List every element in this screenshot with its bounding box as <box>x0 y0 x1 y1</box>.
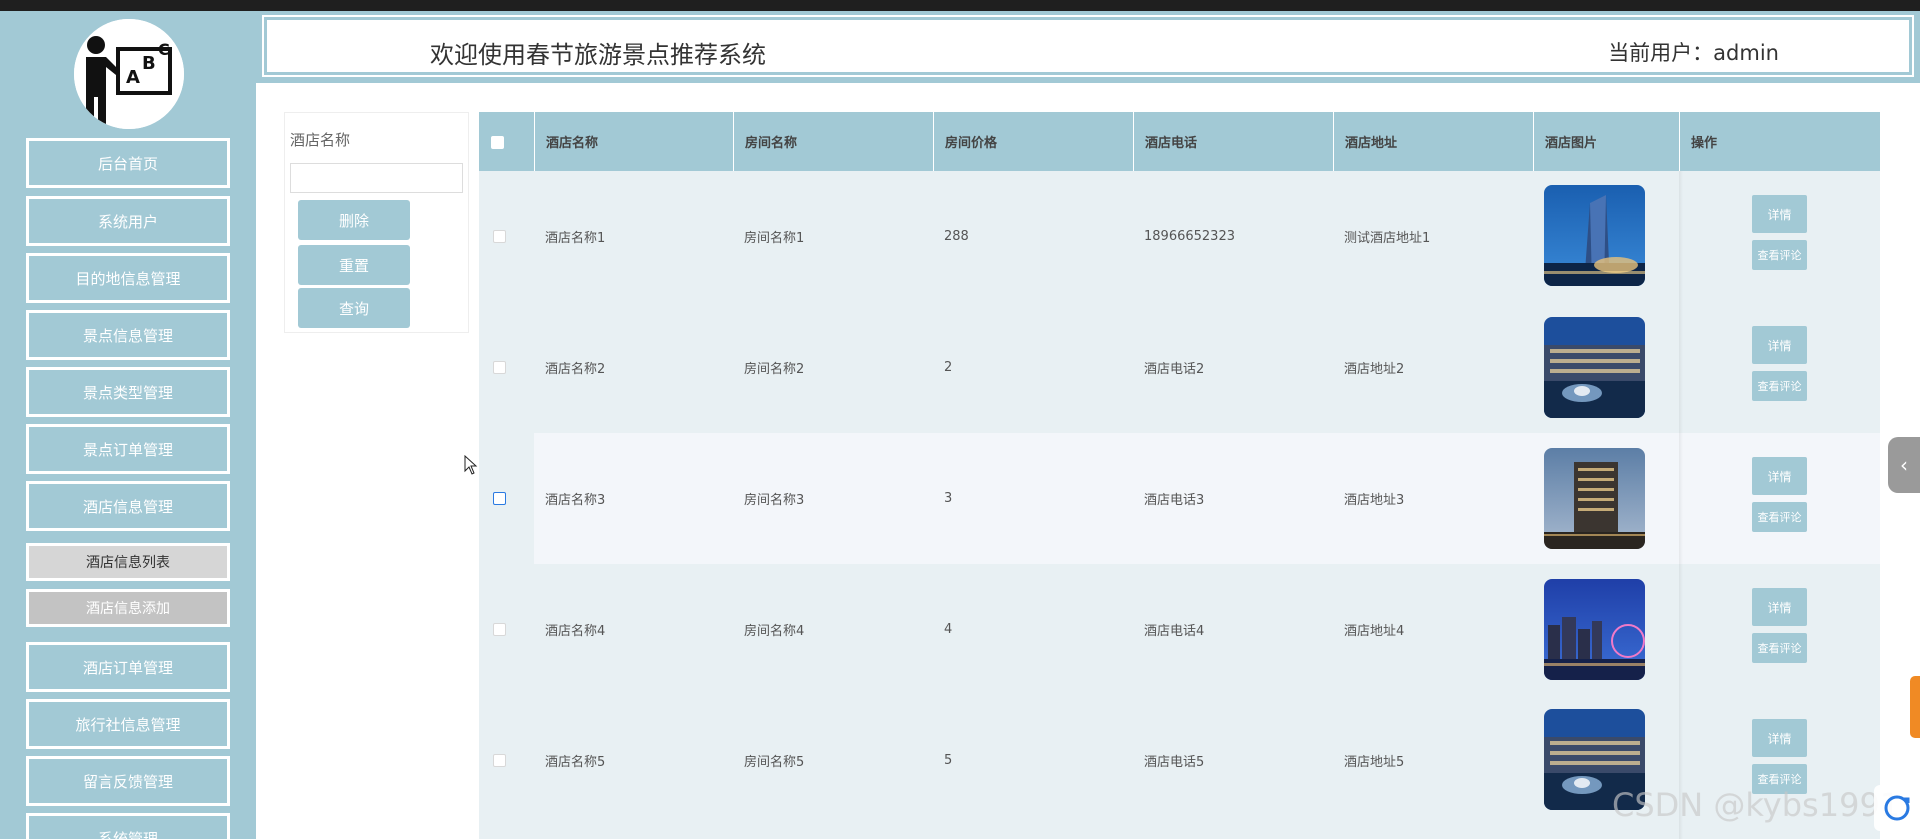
column-header-actions: 操作 <box>1679 112 1880 171</box>
view-reviews-button[interactable]: 查看评论 <box>1752 633 1807 663</box>
cell-hotel-phone: 酒店电话5 <box>1144 755 1205 770</box>
cell-room-name: 房间名称3 <box>744 493 805 508</box>
refresh-icon[interactable] <box>1874 785 1920 831</box>
sidebar-item-hotel-info[interactable]: 酒店信息管理 <box>26 481 230 531</box>
table-row: 酒店名称2 房间名称2 2 酒店电话2 酒店地址2 详情 查看评论 <box>479 302 1880 433</box>
detail-button[interactable]: 详情 <box>1752 195 1807 233</box>
column-header-hotel-phone: 酒店电话 <box>1133 112 1333 171</box>
svg-text:B: B <box>142 53 156 74</box>
sidebar-item-travel-agency[interactable]: 旅行社信息管理 <box>26 699 230 749</box>
sidebar-item-feedback[interactable]: 留言反馈管理 <box>26 756 230 806</box>
row-checkbox[interactable] <box>493 492 506 505</box>
cell-hotel-address: 酒店地址4 <box>1344 624 1405 639</box>
cell-room-price: 3 <box>944 491 953 506</box>
detail-button[interactable]: 详情 <box>1752 457 1807 495</box>
sidebar-subitem-hotel-add[interactable]: 酒店信息添加 <box>26 589 230 627</box>
row-checkbox[interactable] <box>493 230 506 243</box>
cell-hotel-address: 酒店地址5 <box>1344 755 1405 770</box>
mouse-pointer-icon <box>464 454 478 475</box>
hotel-image[interactable] <box>1544 579 1645 680</box>
cell-room-name: 房间名称1 <box>744 231 805 246</box>
teacher-avatar[interactable]: A B C <box>74 19 184 129</box>
cell-hotel-phone: 酒店电话4 <box>1144 624 1205 639</box>
sidebar-item-home[interactable]: 后台首页 <box>26 138 230 188</box>
sidebar: A B C 后台首页 系统用户 目的地信息管理 景点信息管理 景点类型管理 景点… <box>0 11 256 839</box>
select-all-checkbox[interactable] <box>491 136 504 149</box>
table-header: 酒店名称 房间名称 房间价格 酒店电话 酒店地址 酒店图片 操作 <box>479 112 1880 171</box>
view-reviews-button[interactable]: 查看评论 <box>1752 240 1807 270</box>
hotel-image[interactable] <box>1544 185 1645 286</box>
cell-hotel-address: 酒店地址2 <box>1344 362 1405 377</box>
column-header-hotel-address: 酒店地址 <box>1333 112 1533 171</box>
hotel-image[interactable] <box>1544 448 1645 549</box>
cell-room-name: 房间名称5 <box>744 755 805 770</box>
search-panel: 酒店名称 删除 重置 查询 <box>284 112 469 333</box>
actions-column-divider <box>1679 171 1683 839</box>
table-row: 酒店名称3 房间名称3 3 酒店电话3 酒店地址3 详情 查看评论 <box>479 433 1880 564</box>
page-title: 欢迎使用春节旅游景点推荐系统 <box>430 41 766 69</box>
column-header-room-price: 房间价格 <box>933 112 1133 171</box>
header-inner: 欢迎使用春节旅游景点推荐系统 当前用户：admin <box>262 15 1914 77</box>
cell-room-price: 5 <box>944 753 953 768</box>
hotel-name-search-input[interactable] <box>290 163 463 193</box>
cell-room-price: 288 <box>944 229 969 244</box>
cell-hotel-name: 酒店名称5 <box>545 755 606 770</box>
cell-hotel-phone: 酒店电话2 <box>1144 362 1205 377</box>
cell-room-name: 房间名称2 <box>744 362 805 377</box>
cell-room-name: 房间名称4 <box>744 624 805 639</box>
reset-button[interactable]: 重置 <box>298 245 410 285</box>
table-row: 酒店名称1 房间名称1 288 18966652323 测试酒店地址1 详情 查… <box>479 171 1880 302</box>
column-header-room-name: 房间名称 <box>733 112 933 171</box>
cell-hotel-phone: 18966652323 <box>1144 229 1235 244</box>
watermark: CSDN @kybs1991 <box>1612 786 1901 824</box>
header: 欢迎使用春节旅游景点推荐系统 当前用户：admin <box>256 11 1920 83</box>
query-button[interactable]: 查询 <box>298 288 410 328</box>
cell-hotel-name: 酒店名称3 <box>545 493 606 508</box>
column-header-hotel-image: 酒店图片 <box>1533 112 1679 171</box>
cell-hotel-name: 酒店名称4 <box>545 624 606 639</box>
row-checkbox[interactable] <box>493 754 506 767</box>
sidebar-item-attraction-types[interactable]: 景点类型管理 <box>26 367 230 417</box>
hotel-table: 酒店名称 房间名称 房间价格 酒店电话 酒店地址 酒店图片 操作 酒店名称1 房… <box>479 112 1880 839</box>
sidebar-item-attractions[interactable]: 景点信息管理 <box>26 310 230 360</box>
hotel-image[interactable] <box>1544 317 1645 418</box>
detail-button[interactable]: 详情 <box>1752 719 1807 757</box>
cell-hotel-name: 酒店名称2 <box>545 362 606 377</box>
detail-button[interactable]: 详情 <box>1752 588 1807 626</box>
cell-hotel-phone: 酒店电话3 <box>1144 493 1205 508</box>
delete-button[interactable]: 删除 <box>298 200 410 240</box>
chevron-left-icon[interactable]: ‹ <box>1888 437 1920 493</box>
row-checkbox[interactable] <box>493 361 506 374</box>
column-header-hotel-name: 酒店名称 <box>534 112 733 171</box>
row-checkbox[interactable] <box>493 623 506 636</box>
cell-room-price: 2 <box>944 360 953 375</box>
cell-hotel-address: 测试酒店地址1 <box>1344 231 1431 246</box>
svg-text:A: A <box>126 67 140 88</box>
cell-room-price: 4 <box>944 622 953 637</box>
view-reviews-button[interactable]: 查看评论 <box>1752 371 1807 401</box>
view-reviews-button[interactable]: 查看评论 <box>1752 502 1807 532</box>
sidebar-item-system-users[interactable]: 系统用户 <box>26 196 230 246</box>
cell-hotel-address: 酒店地址3 <box>1344 493 1405 508</box>
table-row: 酒店名称4 房间名称4 4 酒店电话4 酒店地址4 详情 查看评论 <box>479 564 1880 695</box>
sidebar-item-system-admin[interactable]: 系统管理 <box>26 813 230 839</box>
cell-hotel-name: 酒店名称1 <box>545 231 606 246</box>
sidebar-item-attraction-orders[interactable]: 景点订单管理 <box>26 424 230 474</box>
sidebar-item-destination[interactable]: 目的地信息管理 <box>26 253 230 303</box>
search-label: 酒店名称 <box>290 131 351 149</box>
detail-button[interactable]: 详情 <box>1752 326 1807 364</box>
scroll-indicator[interactable] <box>1910 676 1920 738</box>
svg-text:C: C <box>158 40 170 59</box>
sidebar-subitem-hotel-list[interactable]: 酒店信息列表 <box>26 543 230 581</box>
current-user: 当前用户：admin <box>1608 41 1779 65</box>
sidebar-item-hotel-orders[interactable]: 酒店订单管理 <box>26 642 230 692</box>
browser-top-bar <box>0 0 1920 11</box>
